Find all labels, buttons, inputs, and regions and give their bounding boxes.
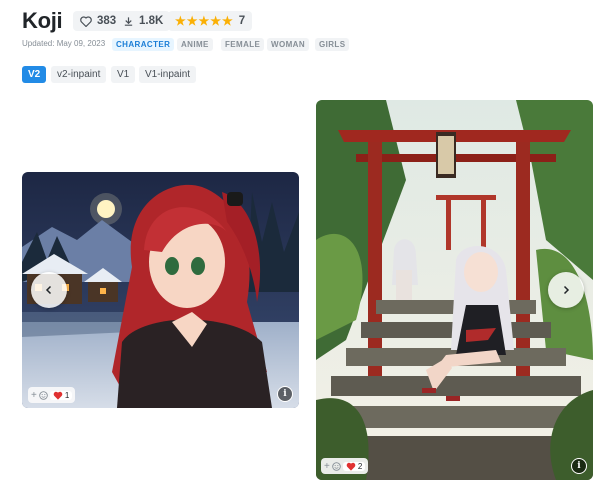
tag-anime[interactable]: ANIME — [177, 38, 213, 51]
rating-count: 7 — [238, 15, 246, 27]
heart-reaction[interactable]: 2 — [342, 461, 366, 471]
info-icon[interactable]: i — [571, 458, 587, 474]
updated-date: Updated: May 09, 2023 — [22, 39, 106, 48]
tag-female[interactable]: FEMALE — [221, 38, 265, 51]
version-tab-v2[interactable]: V2 — [22, 66, 47, 83]
rating-stars: ★★★★★ — [175, 14, 234, 28]
tag-girls[interactable]: GIRLS — [315, 38, 350, 51]
heart-icon — [346, 462, 356, 471]
heart-count: 2 — [357, 461, 363, 471]
version-tab-v1[interactable]: V1 — [111, 66, 136, 83]
heart-count: 1 — [64, 390, 70, 400]
download-icon — [124, 16, 133, 26]
heart-reaction[interactable]: 1 — [49, 390, 73, 400]
emoji-icon[interactable] — [39, 390, 48, 400]
reaction-bar-2[interactable]: + 2 — [321, 458, 369, 474]
chevron-right-icon — [563, 285, 570, 295]
tag-woman[interactable]: WOMAN — [267, 38, 309, 51]
carousel-prev-button[interactable] — [31, 272, 67, 308]
like-count: 383 — [97, 15, 117, 27]
rating-badge[interactable]: ★★★★★ 7 — [168, 11, 253, 31]
carousel-next-button[interactable] — [548, 272, 584, 308]
add-reaction-icon[interactable]: + — [31, 390, 37, 401]
reaction-bar-1[interactable]: + 1 — [28, 387, 76, 403]
download-count-badge[interactable]: 1.8K — [116, 11, 171, 31]
heart-icon — [53, 391, 63, 400]
add-reaction-icon[interactable]: + — [324, 461, 330, 472]
heart-outline-icon — [80, 15, 92, 27]
download-count: 1.8K — [139, 15, 164, 27]
chevron-left-icon — [45, 285, 52, 295]
emoji-icon[interactable] — [332, 461, 341, 471]
version-tab-v1-inpaint[interactable]: V1-inpaint — [139, 66, 197, 83]
info-icon[interactable]: i — [277, 386, 293, 402]
tag-character[interactable]: CHARACTER — [112, 38, 175, 51]
model-title: Koji — [22, 8, 63, 33]
version-tab-v2-inpaint[interactable]: v2-inpaint — [51, 66, 107, 83]
